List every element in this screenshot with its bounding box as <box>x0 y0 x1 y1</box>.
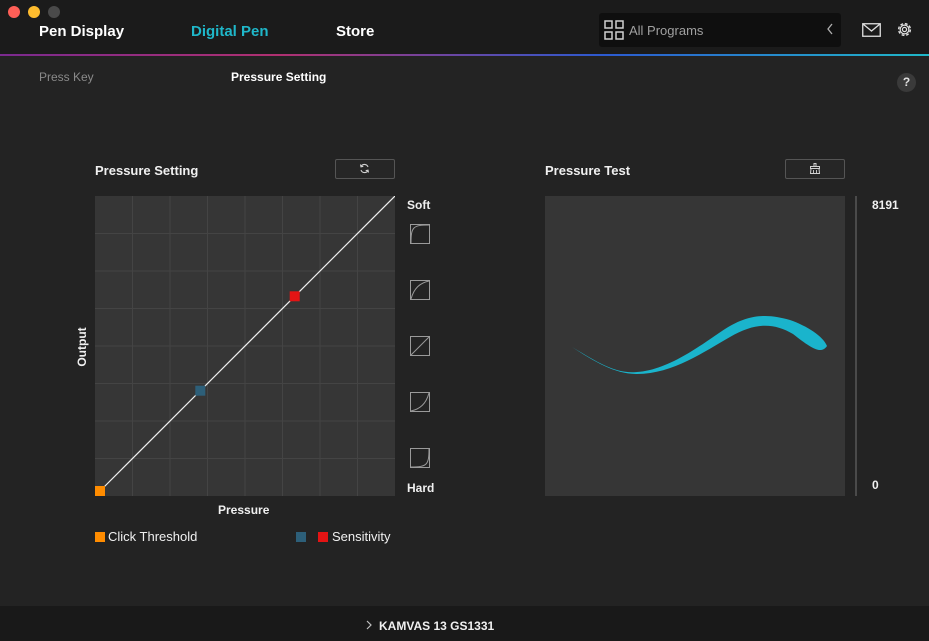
tab-pen-display[interactable]: Pen Display <box>39 23 124 40</box>
curve-linear-icon[interactable] <box>410 336 430 356</box>
pressure-max-value: 8191 <box>872 198 899 212</box>
subtab-pressure-setting[interactable]: Pressure Setting <box>231 70 326 84</box>
curve-hard-2-icon[interactable] <box>410 448 430 468</box>
window-close-button[interactable] <box>8 6 20 18</box>
soft-label: Soft <box>407 198 431 212</box>
program-select-value: All Programs <box>629 23 704 38</box>
sensitivity-label: Sensitivity <box>332 529 391 544</box>
output-axis-label: Output <box>75 327 89 367</box>
pressure-level-bar <box>855 196 857 496</box>
curve-hard-1-icon[interactable] <box>410 392 430 412</box>
hard-label: Hard <box>407 481 435 495</box>
device-footer: KAMVAS 13 GS1331 <box>0 606 929 641</box>
grid-icon <box>604 20 624 40</box>
pressure-curve-graph[interactable] <box>95 196 395 496</box>
sensitivity-low-handle[interactable] <box>195 385 206 396</box>
gear-icon[interactable] <box>895 20 914 39</box>
click-threshold-handle[interactable] <box>95 486 105 496</box>
tab-digital-pen[interactable]: Digital Pen <box>191 23 269 40</box>
window-minimize-button[interactable] <box>28 6 40 18</box>
window-maximize-button[interactable] <box>48 6 60 18</box>
program-select[interactable]: All Programs <box>599 13 841 47</box>
reset-curve-button[interactable] <box>335 159 395 179</box>
pen-stroke <box>572 315 827 374</box>
subtab-press-key[interactable]: Press Key <box>39 70 94 84</box>
accent-divider <box>0 54 929 56</box>
curve-soft-2-icon[interactable] <box>410 224 430 244</box>
title-bar: Pen Display Digital Pen Store All Progra… <box>0 0 929 55</box>
sensitivity-high-handle[interactable] <box>289 291 300 302</box>
pressure-test-canvas[interactable] <box>545 196 845 496</box>
pressure-axis-label: Pressure <box>218 503 270 517</box>
mail-icon[interactable] <box>862 23 881 37</box>
curve-soft-1-icon[interactable] <box>410 280 430 300</box>
click-threshold-swatch <box>95 532 105 542</box>
click-threshold-label: Click Threshold <box>108 529 198 544</box>
sensitivity-low-swatch <box>296 532 306 542</box>
broom-icon <box>809 163 821 174</box>
pressure-test-title: Pressure Test <box>545 163 631 178</box>
pressure-min-value: 0 <box>872 478 879 492</box>
chevron-right-icon[interactable] <box>366 620 372 630</box>
device-name[interactable]: KAMVAS 13 GS1331 <box>379 619 494 633</box>
pressure-setting-title: Pressure Setting <box>95 163 199 178</box>
chevron-left-icon[interactable] <box>825 22 835 36</box>
sensitivity-high-swatch <box>318 532 328 542</box>
clear-test-button[interactable] <box>785 159 845 179</box>
help-button[interactable]: ? <box>897 73 916 92</box>
refresh-icon <box>359 163 370 174</box>
tab-store[interactable]: Store <box>336 23 374 40</box>
